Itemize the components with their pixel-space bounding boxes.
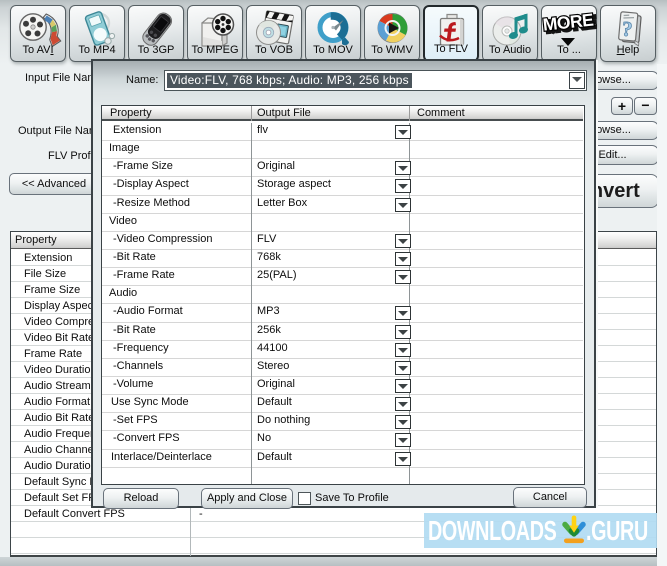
svg-text:?: ? — [621, 16, 634, 41]
